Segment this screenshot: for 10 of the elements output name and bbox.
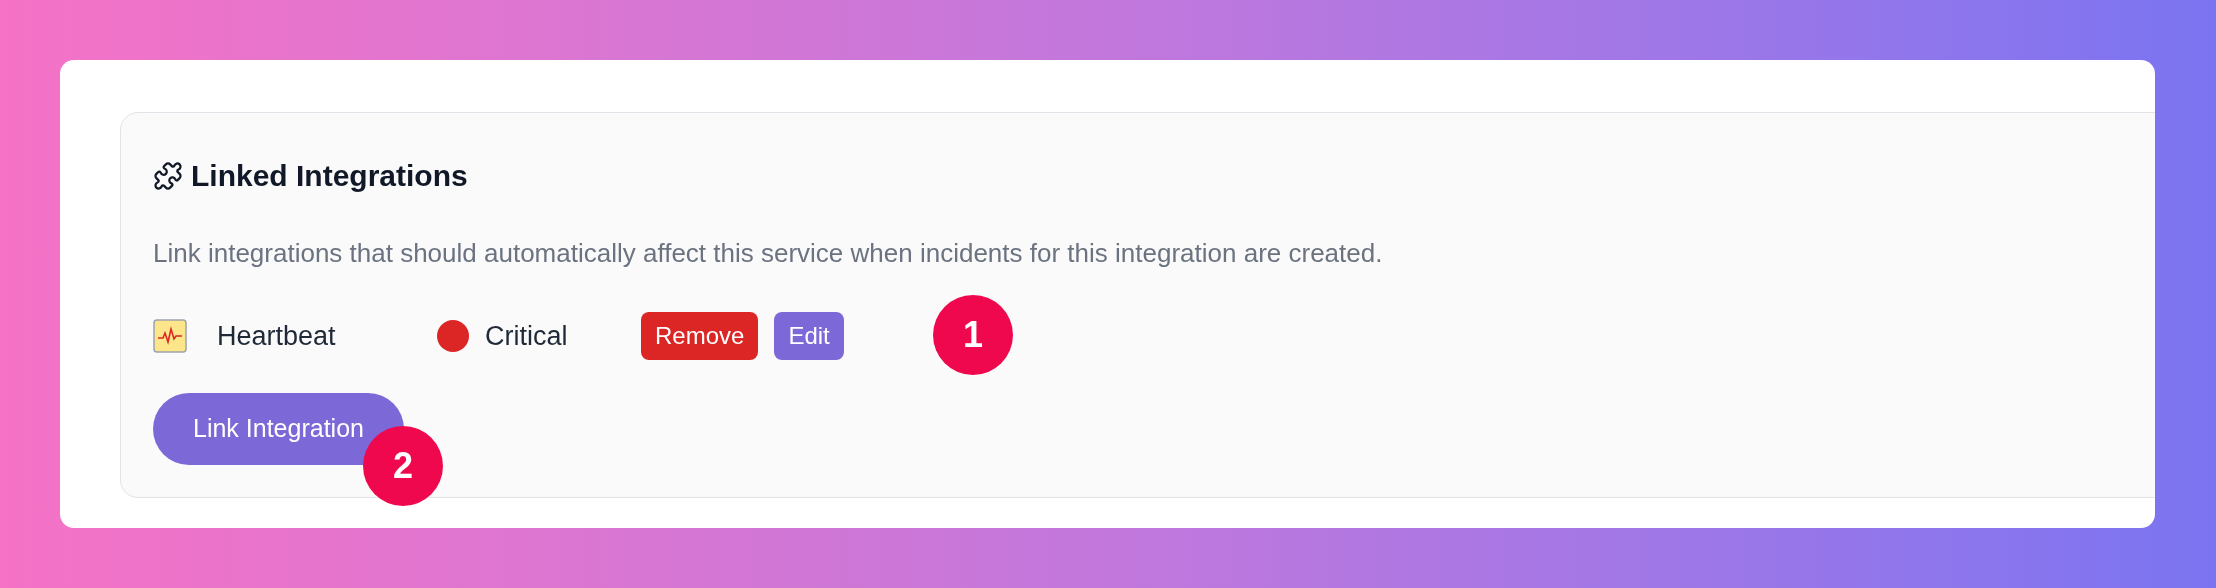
callout-marker: 2 [363, 426, 443, 506]
puzzle-icon [153, 160, 183, 191]
callout-marker: 1 [933, 295, 1013, 375]
severity-label: Critical [485, 319, 569, 353]
integration-name: Heartbeat [217, 319, 337, 353]
section-description: Link integrations that should automatically affect this service when incidents for this integration are created. [153, 237, 1384, 270]
remove-button[interactable]: Remove [641, 312, 759, 360]
section-title: Linked Integrations [191, 158, 468, 194]
edit-button[interactable]: Edit [774, 312, 844, 360]
heartbeat-chart-icon [153, 319, 187, 353]
